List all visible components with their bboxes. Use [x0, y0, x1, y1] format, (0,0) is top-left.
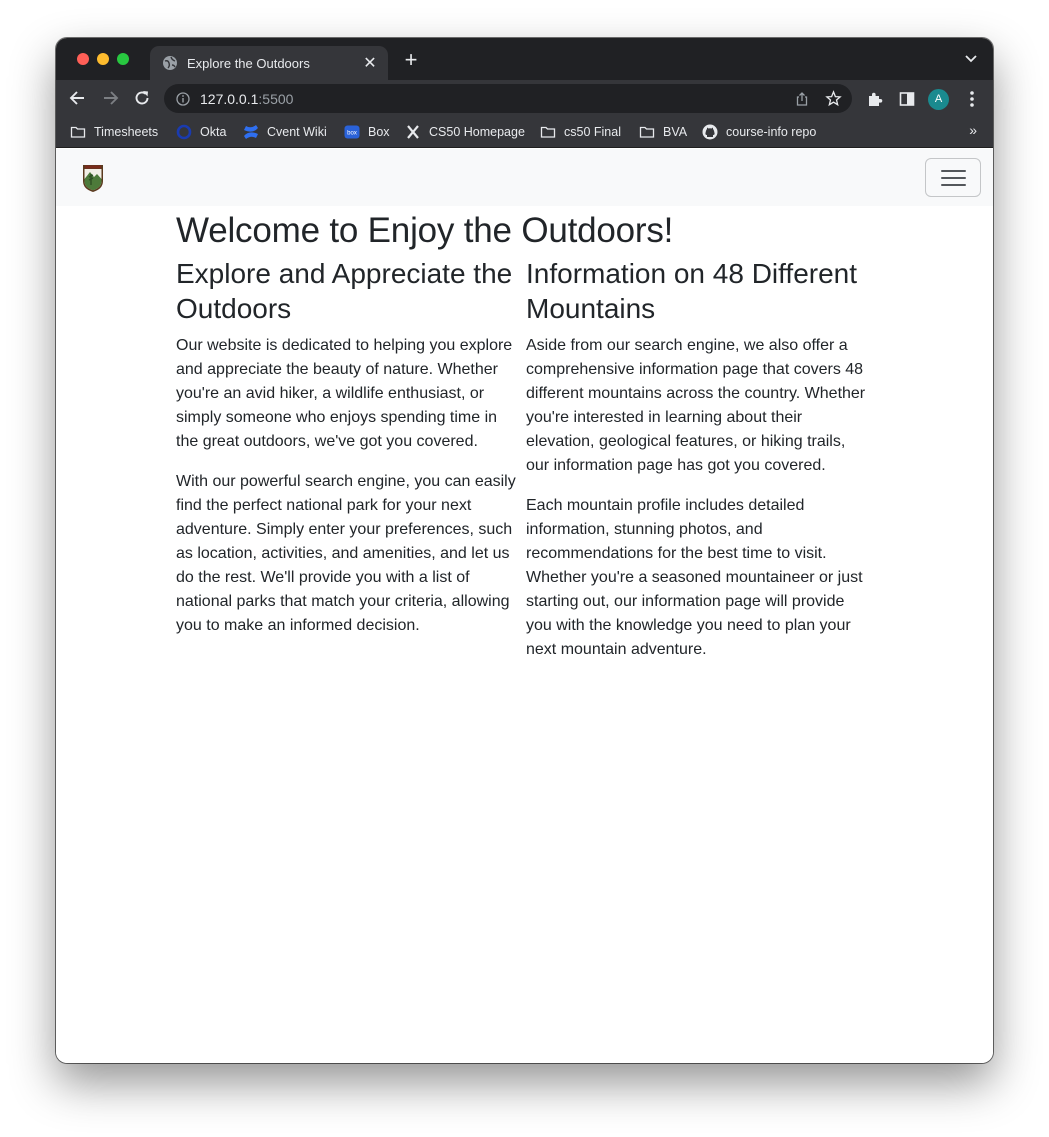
column-title: Information on 48 Different Mountains: [526, 258, 858, 324]
bookmark-cs50-final[interactable]: cs50 Final: [540, 123, 621, 141]
browser-toolbar: 127.0.0.1:5500 A: [56, 80, 993, 116]
url-text: 127.0.0.1:5500: [200, 91, 293, 107]
reload-icon[interactable]: [132, 88, 152, 108]
confluence-icon: [244, 125, 258, 139]
github-icon: [702, 124, 718, 140]
bookmark-label: CS50 Homepage: [429, 125, 525, 139]
bookmark-label: cs50 Final: [564, 125, 621, 139]
browser-tab[interactable]: Explore the Outdoors ✕: [150, 46, 388, 80]
address-bar[interactable]: 127.0.0.1:5500: [164, 84, 852, 113]
info-icon[interactable]: [176, 91, 190, 106]
folder-icon: [70, 126, 86, 138]
bookmark-label: Okta: [200, 125, 227, 139]
share-icon[interactable]: [794, 91, 810, 107]
folder-icon: [639, 126, 655, 138]
bookmark-label: Box: [368, 125, 390, 139]
column-paragraph: Each mountain profile includes detailed …: [526, 497, 863, 658]
tab-strip: Explore the Outdoors ✕ +: [56, 38, 993, 80]
bookmark-timesheets[interactable]: Timesheets: [70, 123, 158, 141]
chevron-down-icon[interactable]: [963, 52, 979, 66]
bookmark-bva[interactable]: BVA: [639, 123, 687, 141]
svg-text:box: box: [347, 131, 357, 137]
more-menu-icon[interactable]: [966, 89, 978, 109]
bookmark-cs50-homepage[interactable]: CS50 Homepage: [405, 123, 525, 141]
box-icon: box: [344, 125, 360, 139]
cs50-icon: [407, 125, 419, 139]
column-paragraph: With our powerful search engine, you can…: [176, 473, 516, 634]
navbar-toggler-button[interactable]: [925, 158, 981, 197]
tab-title: Explore the Outdoors: [187, 55, 310, 71]
profile-avatar[interactable]: A: [928, 89, 949, 110]
page-title: Welcome to Enjoy the Outdoors!: [176, 211, 674, 250]
extensions-icon[interactable]: [866, 90, 884, 108]
column-paragraph: Our website is dedicated to helping you …: [176, 337, 513, 450]
bookmark-cvent-wiki[interactable]: Cvent Wiki: [243, 123, 327, 141]
maximize-window-button[interactable]: [117, 53, 129, 65]
bookmark-label: Timesheets: [94, 125, 159, 139]
column-paragraph: Aside from our search engine, we also of…: [526, 337, 866, 474]
side-panel-icon[interactable]: [898, 90, 916, 108]
site-navbar: [56, 149, 993, 206]
minimize-window-button[interactable]: [97, 53, 109, 65]
hamburger-line: [941, 170, 966, 172]
bookmarks-overflow-button[interactable]: »: [969, 122, 977, 138]
back-icon[interactable]: [68, 88, 88, 108]
bookmarks-bar: Timesheets Okta Cvent Wiki box Box CS50 …: [56, 116, 993, 148]
bookmark-star-icon[interactable]: [825, 90, 842, 107]
okta-icon: [176, 124, 192, 140]
bookmark-okta[interactable]: Okta: [176, 123, 226, 141]
web-page: Welcome to Enjoy the Outdoors! Explore a…: [56, 149, 993, 1063]
bookmark-course-info-repo[interactable]: course-info repo: [702, 123, 816, 141]
close-window-button[interactable]: [77, 53, 89, 65]
bookmark-label: course-info repo: [726, 125, 817, 139]
browser-window: Explore the Outdoors ✕ + 127.0.0.1:5500: [56, 38, 993, 1063]
column-title: Explore and Appreciate the Outdoors: [176, 258, 513, 324]
bookmark-label: Cvent Wiki: [267, 125, 327, 139]
url-port: :5500: [258, 90, 294, 107]
globe-icon: [163, 56, 177, 70]
nps-logo-icon[interactable]: [81, 163, 105, 193]
content-columns: Explore and Appreciate the Outdoors Our …: [176, 256, 876, 678]
bookmark-box[interactable]: box Box: [344, 123, 390, 141]
bookmark-label: BVA: [663, 125, 688, 139]
hamburger-line: [941, 177, 966, 179]
new-tab-button[interactable]: +: [400, 49, 422, 71]
column-explore: Explore and Appreciate the Outdoors Our …: [176, 256, 526, 678]
close-tab-icon[interactable]: ✕: [358, 53, 382, 73]
main-content: Welcome to Enjoy the Outdoors! Explore a…: [176, 206, 876, 678]
url-host: 127.0.0.1: [200, 90, 259, 107]
column-mountains: Information on 48 Different Mountains As…: [526, 256, 876, 678]
hamburger-line: [941, 184, 966, 186]
forward-icon[interactable]: [100, 88, 120, 108]
folder-icon: [540, 126, 556, 138]
